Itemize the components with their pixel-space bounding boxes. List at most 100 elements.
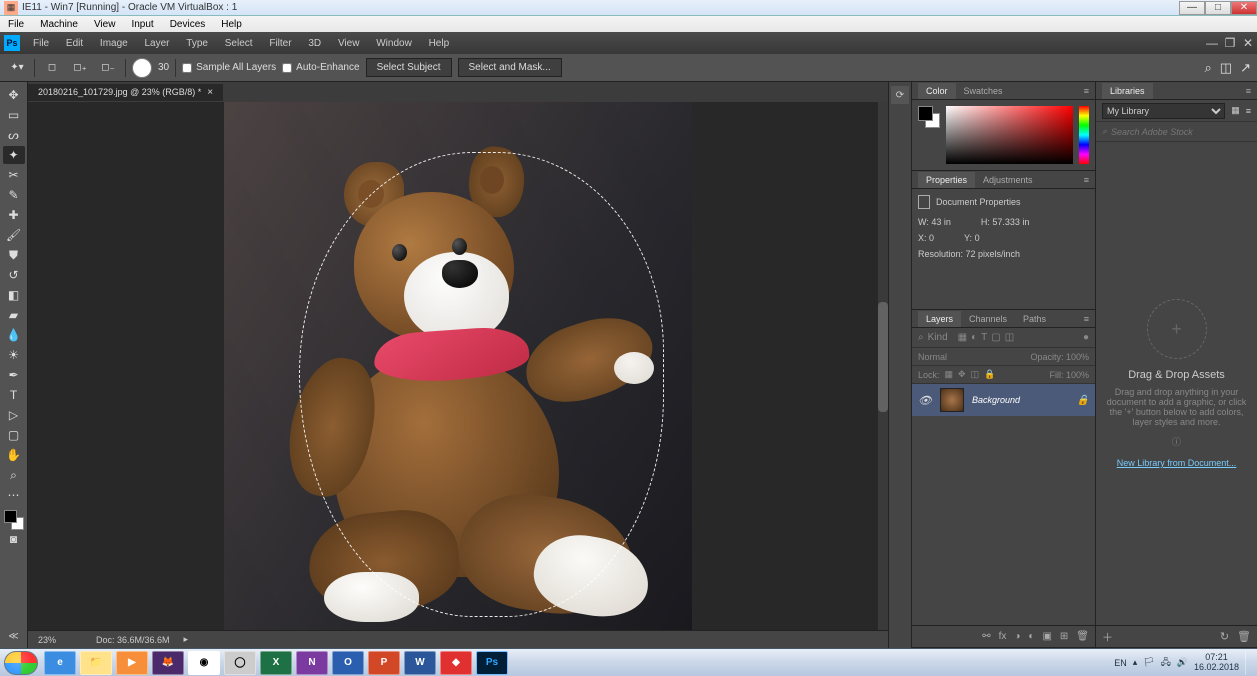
- ps-menu-layer[interactable]: Layer: [138, 38, 177, 49]
- minimize-button[interactable]: —: [1179, 1, 1205, 15]
- taskbar-word-icon[interactable]: W: [404, 651, 436, 675]
- tray-network-icon[interactable]: 🖧: [1161, 655, 1171, 671]
- filter-adjust-icon[interactable]: ◐: [971, 332, 977, 343]
- close-button[interactable]: ✕: [1231, 1, 1257, 15]
- tray-lang[interactable]: EN: [1114, 658, 1127, 668]
- vb-menu-machine[interactable]: Machine: [32, 19, 86, 30]
- taskbar-chrome-icon[interactable]: ◉: [188, 651, 220, 675]
- opacity-value[interactable]: 100%: [1066, 352, 1089, 362]
- move-tool-icon[interactable]: ✥: [3, 86, 25, 104]
- ps-menu-filter[interactable]: Filter: [262, 38, 298, 49]
- lock-pixels-icon[interactable]: ▦: [945, 369, 954, 380]
- sync-icon[interactable]: ↻: [1220, 630, 1229, 643]
- ps-menu-type[interactable]: Type: [179, 38, 215, 49]
- filter-smart-icon[interactable]: ◫: [1005, 332, 1014, 343]
- canvas[interactable]: [28, 102, 888, 630]
- ps-menu-file[interactable]: File: [26, 38, 56, 49]
- toolbar-collapse-icon[interactable]: ≪: [8, 631, 18, 642]
- quick-select-tool-icon[interactable]: ✦▾: [6, 58, 28, 78]
- ps-menu-image[interactable]: Image: [93, 38, 135, 49]
- shape-tool-icon[interactable]: ▢: [3, 426, 25, 444]
- select-and-mask-button[interactable]: Select and Mask...: [458, 58, 562, 77]
- fg-bg-color[interactable]: [4, 510, 24, 530]
- ps-menu-window[interactable]: Window: [369, 38, 419, 49]
- ps-menu-edit[interactable]: Edit: [59, 38, 90, 49]
- ps-close-button[interactable]: ✕: [1239, 36, 1257, 50]
- tray-flag-icon[interactable]: 🏳: [1143, 657, 1154, 668]
- layer-thumbnail[interactable]: [940, 388, 964, 412]
- panel-menu-icon[interactable]: ≡: [1078, 172, 1095, 188]
- history-brush-icon[interactable]: ↺: [3, 266, 25, 284]
- blend-mode[interactable]: Normal: [918, 352, 947, 362]
- help-icon[interactable]: ⓘ: [1172, 435, 1181, 448]
- library-search[interactable]: Search Adobe Stock: [1111, 127, 1193, 137]
- add-content-icon[interactable]: ＋: [1102, 629, 1113, 645]
- document-tab[interactable]: 20180216_101729.jpg @ 23% (RGB/8) * ×: [28, 84, 223, 101]
- filter-shape-icon[interactable]: ▢: [991, 332, 1000, 343]
- vertical-scrollbar[interactable]: [878, 102, 888, 630]
- taskbar-firefox-icon[interactable]: 🦊: [152, 651, 184, 675]
- edit-toolbar-icon[interactable]: ⋯: [3, 486, 25, 504]
- eraser-tool-icon[interactable]: ◧: [3, 286, 25, 304]
- dodge-tool-icon[interactable]: ☀: [3, 346, 25, 364]
- filter-search-icon[interactable]: ⌕: [918, 332, 924, 343]
- panel-menu-icon[interactable]: ≡: [1078, 83, 1095, 99]
- show-desktop-button[interactable]: [1245, 651, 1253, 675]
- type-tool-icon[interactable]: T: [3, 386, 25, 404]
- adjustment-icon[interactable]: ◐: [1028, 631, 1034, 642]
- width-value[interactable]: 43 in: [931, 217, 951, 227]
- ps-restore-button[interactable]: ❐: [1221, 36, 1239, 50]
- hand-tool-icon[interactable]: ✋: [3, 446, 25, 464]
- delete-layer-icon[interactable]: 🗑: [1076, 631, 1089, 642]
- color-fgbg-icon[interactable]: [918, 106, 940, 128]
- vb-menu-help[interactable]: Help: [213, 19, 250, 30]
- ps-minimize-button[interactable]: —: [1203, 36, 1221, 50]
- list-view-icon[interactable]: ≡: [1246, 106, 1251, 116]
- taskbar-onenote-icon[interactable]: N: [296, 651, 328, 675]
- fill-value[interactable]: 100%: [1066, 370, 1089, 380]
- grid-view-icon[interactable]: ▦: [1231, 105, 1240, 116]
- drop-zone-icon[interactable]: +: [1147, 299, 1207, 359]
- marquee-tool-icon[interactable]: ▭: [3, 106, 25, 124]
- subtract-selection-icon[interactable]: ◻₋: [97, 58, 119, 78]
- new-layer-icon[interactable]: ⊞: [1060, 631, 1068, 642]
- blur-tool-icon[interactable]: 💧: [3, 326, 25, 344]
- delete-icon[interactable]: 🗑: [1237, 630, 1251, 643]
- height-value[interactable]: 57.333 in: [992, 217, 1029, 227]
- taskbar-ie-icon[interactable]: e: [44, 651, 76, 675]
- status-flyout-icon[interactable]: ▸: [178, 634, 195, 645]
- lock-all-icon[interactable]: 🔒: [984, 369, 995, 380]
- y-value[interactable]: 0: [975, 233, 980, 243]
- path-select-tool-icon[interactable]: ▷: [3, 406, 25, 424]
- tray-up-icon[interactable]: ▴: [1133, 657, 1138, 668]
- history-panel-icon[interactable]: ⟳: [891, 86, 909, 104]
- vb-menu-input[interactable]: Input: [123, 19, 161, 30]
- link-layers-icon[interactable]: ⚯: [982, 631, 990, 642]
- search-icon[interactable]: ⌕: [1205, 60, 1212, 76]
- zoom-value[interactable]: 23%: [28, 635, 88, 645]
- quick-select-tool-icon[interactable]: ✦: [3, 146, 25, 164]
- tab-color[interactable]: Color: [918, 83, 956, 99]
- lock-position-icon[interactable]: ✥: [958, 369, 966, 380]
- tab-properties[interactable]: Properties: [918, 172, 975, 188]
- maximize-button[interactable]: □: [1205, 1, 1231, 15]
- ps-menu-help[interactable]: Help: [422, 38, 457, 49]
- stamp-tool-icon[interactable]: ⛊: [3, 246, 25, 264]
- select-subject-button[interactable]: Select Subject: [366, 58, 452, 77]
- taskbar-photoshop-icon[interactable]: Ps: [476, 651, 508, 675]
- new-library-link[interactable]: New Library from Document...: [1117, 458, 1237, 468]
- filter-toggle-icon[interactable]: ●: [1083, 332, 1089, 343]
- sample-all-layers-checkbox[interactable]: Sample All Layers: [182, 62, 276, 73]
- ps-menu-select[interactable]: Select: [218, 38, 260, 49]
- tray-sound-icon[interactable]: 🔊: [1177, 657, 1188, 668]
- start-button[interactable]: [4, 651, 38, 675]
- taskbar-explorer-icon[interactable]: 📁: [80, 651, 112, 675]
- lock-icon[interactable]: 🔒: [1077, 395, 1089, 406]
- healing-tool-icon[interactable]: ✚: [3, 206, 25, 224]
- auto-enhance-checkbox[interactable]: Auto-Enhance: [282, 62, 359, 73]
- taskbar-powerpoint-icon[interactable]: P: [368, 651, 400, 675]
- taskbar-excel-icon[interactable]: X: [260, 651, 292, 675]
- vb-menu-file[interactable]: File: [0, 19, 32, 30]
- taskbar-app-icon[interactable]: ◯: [224, 651, 256, 675]
- eyedropper-tool-icon[interactable]: ✎: [3, 186, 25, 204]
